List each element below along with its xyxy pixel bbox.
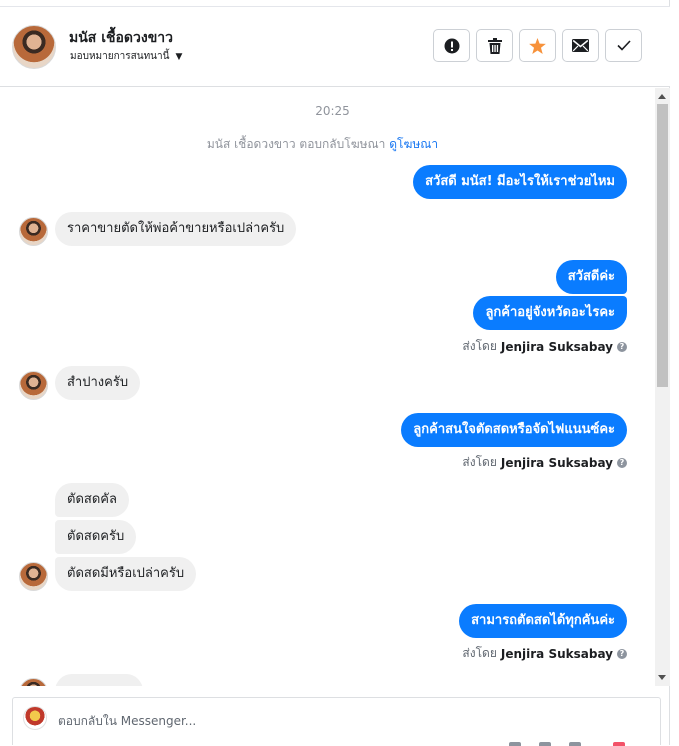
info-icon[interactable]: ? <box>617 457 627 468</box>
toolbar-icon[interactable] <box>539 742 551 746</box>
trash-icon <box>487 37 502 54</box>
ad-reply-notice: มนัส เชื้อดวงขาว ตอบกลับโฆษณา ดูโฆษณา <box>0 135 645 154</box>
alert-icon <box>444 38 459 53</box>
mark-unread-button[interactable] <box>562 29 599 62</box>
sender-avatar <box>19 678 48 686</box>
assign-conversation-label: มอบหมายการสนทนานี้ <box>70 51 170 62</box>
message-incoming: ตัดสดมีหรือเปล่าครับ <box>55 557 197 591</box>
scroll-down-arrow-icon[interactable] <box>658 675 666 680</box>
message-thread: 20:25 มนัส เชื้อดวงขาว ตอบกลับโฆษณา ดูโฆ… <box>0 88 655 686</box>
delete-button[interactable] <box>476 29 513 62</box>
sent-by-name: Jenjira Suksabay <box>500 455 613 470</box>
view-ad-link[interactable]: ดูโฆษณา <box>389 137 438 151</box>
info-icon[interactable]: ? <box>617 341 627 352</box>
message-outgoing: ลูกค้าอยู่จังหวัดอะไรคะ <box>473 296 627 330</box>
toolbar-icon[interactable] <box>509 742 521 746</box>
sender-avatar <box>19 217 48 246</box>
sent-by-prefix: ส่งโดย <box>462 339 497 353</box>
caret-down-icon: ▼ <box>175 51 183 62</box>
toolbar-icon[interactable] <box>569 742 581 746</box>
sent-by-label: ส่งโดย Jenjira Suksabay ? <box>462 453 627 472</box>
sender-avatar <box>19 371 48 400</box>
envelope-icon <box>572 39 589 52</box>
sent-by-label: ส่งโดย Jenjira Suksabay ? <box>462 644 627 663</box>
sent-by-name: Jenjira Suksabay <box>500 646 613 661</box>
timestamp: 20:25 <box>315 104 350 118</box>
sent-by-label: ส่งโดย Jenjira Suksabay ? <box>462 337 627 356</box>
message-incoming: ราคาขายตัดให้พ่อค้าขายหรือเปล่าครับ <box>55 212 297 246</box>
assign-conversation-dropdown[interactable]: มอบหมายการสนทนานี้ ▼ <box>70 49 182 64</box>
conversation-panel: มนัส เชื้อดวงขาว มอบหมายการสนทนานี้ ▼ 20… <box>0 0 670 746</box>
conversation-header: มนัส เชื้อดวงขาว มอบหมายการสนทนานี้ ▼ <box>0 7 670 87</box>
toolbar-icon[interactable] <box>613 742 625 746</box>
reply-composer[interactable]: ตอบกลับใน Messenger... <box>12 697 661 746</box>
sent-by-name: Jenjira Suksabay <box>500 339 613 354</box>
contact-name[interactable]: มนัส เชื้อดวงขาว <box>69 27 173 49</box>
scrollbar-thumb[interactable] <box>657 104 668 387</box>
checkmark-icon <box>616 40 631 51</box>
message-incoming: ตัดสดครับ <box>55 520 137 554</box>
contact-avatar[interactable] <box>12 25 56 69</box>
message-outgoing: สวัสดีค่ะ <box>555 260 627 294</box>
page-avatar <box>23 706 47 730</box>
ad-reply-text: มนัส เชื้อดวงขาว ตอบกลับโฆษณา <box>206 137 386 151</box>
info-icon[interactable]: ? <box>617 648 627 659</box>
sent-by-prefix: ส่งโดย <box>462 455 497 469</box>
message-incoming-partial <box>55 674 143 686</box>
message-incoming: สำปางครับ <box>55 366 141 400</box>
report-button[interactable] <box>433 29 470 62</box>
message-outgoing: สามารถตัดสดได้ทุกคันค่ะ <box>459 604 627 638</box>
message-outgoing: ลูกค้าสนใจตัดสดหรือจัดไฟแนนซ์คะ <box>401 413 627 447</box>
sender-avatar <box>19 562 48 591</box>
star-icon <box>529 37 546 54</box>
message-outgoing: สวัสดี มนัส! มีอะไรให้เราช่วยไหม <box>413 165 627 199</box>
thread-scrollbar[interactable] <box>655 88 670 686</box>
sent-by-prefix: ส่งโดย <box>462 646 497 660</box>
mark-done-button[interactable] <box>605 29 642 62</box>
message-incoming: ตัดสดคัล <box>55 483 129 517</box>
reply-input-placeholder[interactable]: ตอบกลับใน Messenger... <box>58 712 196 731</box>
star-button[interactable] <box>519 29 556 62</box>
scroll-up-arrow-icon[interactable] <box>658 94 666 99</box>
